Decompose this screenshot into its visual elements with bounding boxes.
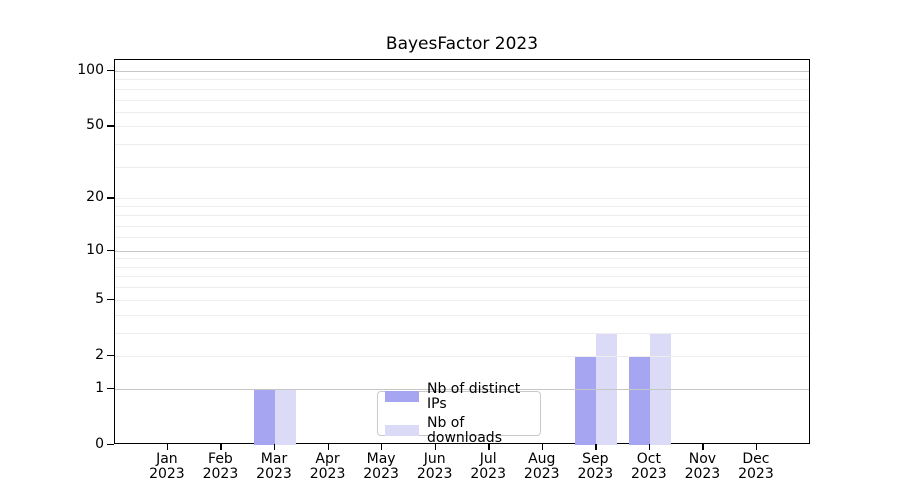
gridline-minor (115, 126, 809, 127)
bar-distinct-ips-mar (254, 389, 275, 445)
x-tick (702, 444, 703, 450)
legend-row-distinct-ips: Nb of distinct IPs (385, 382, 533, 412)
gridline-minor (115, 287, 809, 288)
y-tick-label: 100 (60, 61, 104, 79)
x-tick (649, 444, 650, 450)
y-tick (107, 444, 114, 445)
x-tick (381, 444, 382, 450)
gridline-minor (115, 112, 809, 113)
y-tick (107, 70, 114, 71)
bar-distinct-ips-sep (575, 356, 596, 445)
x-tick (328, 444, 329, 450)
gridline-minor (115, 226, 809, 227)
gridline-minor (115, 315, 809, 316)
x-tick (595, 444, 596, 450)
legend: Nb of distinct IPs Nb of downloads (377, 391, 541, 436)
gridline-minor (115, 206, 809, 207)
figure: BayesFactor 2023 0125102050100 Jan 2023F… (0, 0, 900, 500)
bar-distinct-ips-oct (629, 356, 650, 445)
chart-title: BayesFactor 2023 (114, 34, 810, 54)
gridline-minor (115, 89, 809, 90)
gridline-minor (115, 198, 809, 199)
gridline-minor (115, 237, 809, 238)
legend-label-distinct-ips: Nb of distinct IPs (427, 382, 533, 412)
gridline-minor (115, 79, 809, 80)
y-tick (107, 125, 114, 126)
y-tick (107, 388, 114, 389)
y-tick-label: 1 (60, 379, 104, 397)
gridline-minor (115, 276, 809, 277)
x-tick (542, 444, 543, 450)
y-tick-label: 0 (60, 435, 104, 453)
x-tick (274, 444, 275, 450)
y-tick-label: 50 (60, 116, 104, 134)
gridline-minor (115, 167, 809, 168)
gridline-minor (115, 267, 809, 268)
gridline-minor (115, 333, 809, 334)
y-tick (107, 197, 114, 198)
x-tick (756, 444, 757, 450)
legend-swatch-downloads (385, 425, 419, 436)
y-tick-label: 5 (60, 290, 104, 308)
legend-row-downloads: Nb of downloads (385, 416, 533, 446)
legend-swatch-distinct-ips (385, 391, 419, 402)
legend-label-downloads: Nb of downloads (427, 416, 533, 446)
y-tick (107, 355, 114, 356)
gridline-minor (115, 300, 809, 301)
y-tick-label: 20 (60, 188, 104, 206)
gridline-minor (115, 258, 809, 259)
gridline-minor (115, 144, 809, 145)
x-tick (220, 444, 221, 450)
y-tick-label: 10 (60, 241, 104, 259)
gridline-major (115, 251, 809, 252)
y-tick (107, 299, 114, 300)
gridline-minor (115, 215, 809, 216)
y-tick-label: 2 (60, 346, 104, 364)
gridline-major (115, 71, 809, 72)
x-tick-label-dec: Dec 2023 (724, 452, 788, 482)
gridline-minor (115, 356, 809, 357)
y-tick (107, 250, 114, 251)
bar-downloads-mar (275, 389, 296, 445)
gridline-minor (115, 100, 809, 101)
x-tick (167, 444, 168, 450)
